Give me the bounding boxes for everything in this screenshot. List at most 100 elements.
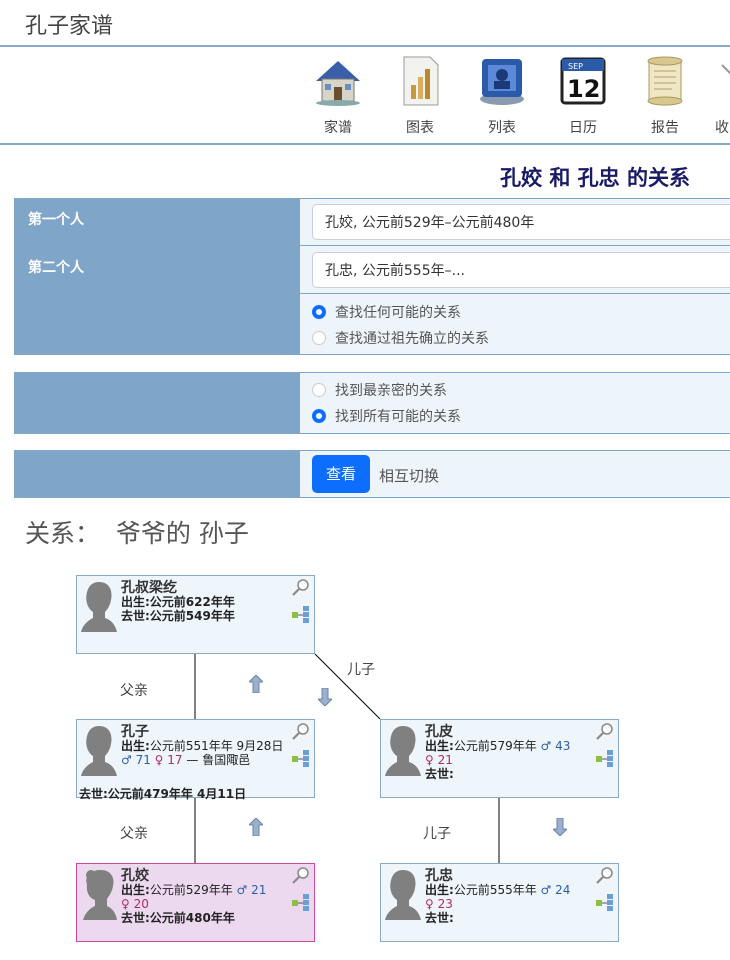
person-name[interactable]: 孔皮: [425, 721, 453, 741]
birth-info: 公元前551年年 9月28日: [149, 739, 284, 753]
header-divider: [0, 45, 730, 47]
calendar-day: 12: [567, 75, 600, 103]
chart-document-icon: [403, 56, 439, 106]
house-icon: [316, 61, 360, 106]
edge-label-son: 儿子: [347, 662, 375, 678]
form-label-column: [14, 372, 300, 434]
nav-label: 图表: [406, 120, 434, 136]
arrow-down-icon[interactable]: [318, 688, 332, 706]
calendar-icon: SEP 12: [560, 57, 606, 105]
male-silhouette-icon: [81, 582, 117, 632]
site-title[interactable]: 孔子家谱: [25, 8, 113, 40]
death-info: 去世:: [425, 767, 454, 781]
tree-chart-icon[interactable]: [292, 894, 310, 912]
nav-divider: [0, 143, 730, 145]
birth-label: 出生:: [121, 739, 150, 753]
field-divider: [300, 293, 730, 294]
father-age: ♂ 24: [540, 883, 571, 897]
person-details: 出生:公元前555年年 ♂ 24 ♀ 23 去世:: [425, 883, 594, 925]
birth-place: — 鲁国陬邑: [186, 753, 251, 767]
person-details: 出生:公元前579年年 ♂ 43 ♀ 21 去世:: [425, 739, 594, 781]
nav-more[interactable]: 收: [712, 55, 730, 137]
first-person-label: 第一个人: [28, 212, 84, 228]
person-card-kong-pi[interactable]: 孔皮 出生:公元前579年年 ♂ 43 ♀ 21 去世:: [380, 719, 619, 798]
death-info: 去世:公元前479年年 4月11日: [79, 787, 247, 801]
edge-label-father: 父亲: [120, 826, 148, 842]
person-name[interactable]: 孔忠: [425, 865, 453, 885]
mother-age: ♀ 21: [425, 753, 453, 767]
tree-chart-icon[interactable]: [292, 750, 310, 768]
zoom-icon[interactable]: [292, 866, 310, 884]
arrow-up-icon[interactable]: [249, 818, 263, 836]
death-info: 去世:公元前549年年: [121, 609, 235, 623]
person-name[interactable]: 孔姣: [121, 865, 149, 885]
partial-icon: [721, 64, 730, 75]
zoom-icon[interactable]: [292, 722, 310, 740]
father-age: ♂ 43: [540, 739, 571, 753]
calendar-month: SEP: [568, 62, 583, 71]
nav-label: 收: [715, 120, 729, 136]
mother-age: ♀ 23: [425, 897, 453, 911]
birth-label: 出生:: [121, 883, 150, 897]
tree-chart-icon[interactable]: [596, 750, 614, 768]
male-silhouette-icon: [385, 726, 421, 776]
radio-label: 查找任何可能的关系: [335, 305, 461, 321]
list-folder-icon: [480, 59, 524, 105]
radio-find-ancestor[interactable]: 查找通过祖先确立的关系: [312, 328, 489, 348]
birth-info: 公元前579年年: [453, 739, 537, 753]
nav-calendar[interactable]: SEP 12 日历: [548, 55, 618, 137]
radio-find-all[interactable]: 找到所有可能的关系: [312, 406, 461, 426]
person-card-kong-shuliang-he[interactable]: 孔叔梁纥 出生:公元前622年年 去世:公元前549年年: [76, 575, 315, 654]
nav-charts[interactable]: 图表: [385, 55, 455, 137]
mother-age: ♀ 20: [121, 897, 149, 911]
female-silhouette-icon: [83, 870, 117, 920]
view-button[interactable]: 查看: [312, 455, 370, 493]
person-name[interactable]: 孔子: [121, 721, 149, 741]
person-card-kong-jiao[interactable]: 孔姣 出生:公元前529年年 ♂ 21 ♀ 20 去世:公元前480年年: [76, 863, 315, 942]
birth-info: 出生:公元前622年年: [121, 595, 235, 609]
radio-unchecked-icon: [312, 331, 326, 345]
birth-label: 出生:: [425, 739, 454, 753]
zoom-icon[interactable]: [596, 722, 614, 740]
arrow-up-icon[interactable]: [249, 675, 263, 693]
father-age: ♂ 21: [236, 883, 267, 897]
person-name[interactable]: 孔叔梁纥: [121, 577, 177, 597]
zoom-icon[interactable]: [292, 578, 310, 596]
nav-family-tree[interactable]: 家谱: [303, 55, 373, 137]
death-info: 去世:: [425, 911, 454, 925]
mother-age: ♀ 17: [154, 753, 183, 767]
tree-chart-icon[interactable]: [292, 606, 310, 624]
arrow-down-icon[interactable]: [553, 818, 567, 836]
nav-label: 列表: [488, 120, 516, 136]
nav-reports[interactable]: 报告: [630, 55, 700, 137]
radio-label: 查找通过祖先确立的关系: [335, 331, 489, 347]
radio-find-closest[interactable]: 找到最亲密的关系: [312, 380, 447, 400]
death-info: 去世:公元前480年年: [121, 911, 235, 925]
second-person-label: 第二个人: [28, 260, 84, 276]
radio-checked-icon: [312, 409, 326, 423]
tree-chart-icon[interactable]: [596, 894, 614, 912]
swap-persons-link[interactable]: 相互切换: [379, 465, 439, 486]
birth-info: 公元前529年年: [149, 883, 233, 897]
person-card-kong-zhong[interactable]: 孔忠 出生:公元前555年年 ♂ 24 ♀ 23 去世:: [380, 863, 619, 942]
nav-label: 家谱: [324, 120, 352, 136]
edge-label-father: 父亲: [120, 683, 148, 699]
male-silhouette-icon: [81, 726, 117, 776]
male-silhouette-icon: [385, 870, 421, 920]
birth-info: 公元前555年年: [453, 883, 537, 897]
nav-lists[interactable]: 列表: [467, 55, 537, 137]
zoom-icon[interactable]: [596, 866, 614, 884]
person-details: 出生:公元前551年年 9月28日 ♂ 71 ♀ 17 — 鲁国陬邑: [121, 739, 290, 767]
nav-label: 报告: [651, 120, 679, 136]
nav-label: 日历: [569, 120, 597, 136]
radio-checked-icon: [312, 305, 326, 319]
scroll-icon: [647, 56, 683, 106]
radio-unchecked-icon: [312, 383, 326, 397]
radio-find-any[interactable]: 查找任何可能的关系: [312, 302, 461, 322]
person-card-kongzi[interactable]: 孔子 出生:公元前551年年 9月28日 ♂ 71 ♀ 17 — 鲁国陬邑 去世…: [76, 719, 315, 801]
form-label-column: [14, 450, 300, 498]
father-age: ♂ 71: [121, 753, 151, 767]
first-person-input[interactable]: 孔姣, 公元前529年–公元前480年: [312, 204, 730, 240]
second-person-input[interactable]: 孔忠, 公元前555年–...: [312, 252, 730, 288]
edge-label-son: 儿子: [423, 826, 451, 842]
